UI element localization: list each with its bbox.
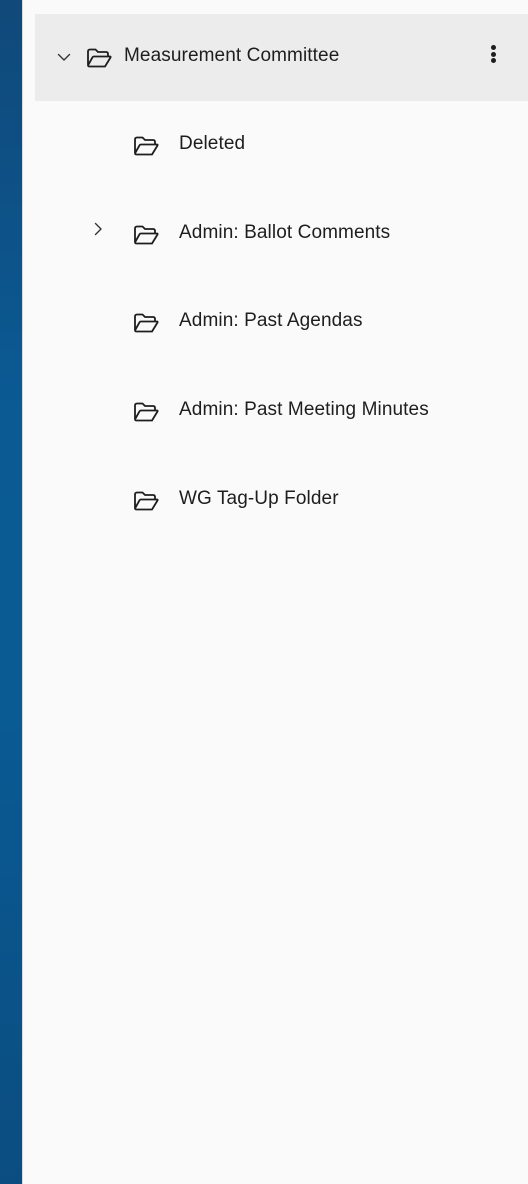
folder-tree-panel: Measurement Committee Deleted Admin: Bal…: [22, 0, 528, 1184]
folder-open-icon: [133, 401, 159, 423]
tree-item-deleted[interactable]: Deleted: [35, 101, 528, 189]
folder-open-icon: [86, 47, 112, 69]
tree-item-measurement-committee[interactable]: Measurement Committee: [35, 14, 528, 101]
more-vertical-icon[interactable]: [487, 42, 499, 66]
folder-open-icon: [133, 490, 159, 512]
tree-item-label: Measurement Committee: [124, 45, 340, 66]
folder-open-icon: [133, 312, 159, 334]
chevron-right-icon[interactable]: [90, 221, 106, 237]
tree-item-wg-tag-up-folder[interactable]: WG Tag-Up Folder: [35, 453, 528, 541]
folder-open-icon: [133, 135, 159, 157]
tree-item-label: Deleted: [179, 133, 246, 154]
tree-item-admin-past-agendas[interactable]: Admin: Past Agendas: [35, 277, 528, 365]
dot: [490, 58, 496, 63]
folder-tree: Measurement Committee Deleted Admin: Bal…: [35, 14, 528, 541]
dot: [490, 45, 496, 50]
tree-item-admin-ballot-comments[interactable]: Admin: Ballot Comments: [35, 189, 528, 277]
tree-item-label: WG Tag-Up Folder: [179, 488, 339, 509]
folder-open-icon: [133, 224, 159, 246]
dot: [490, 51, 496, 57]
tree-item-admin-past-meeting-minutes[interactable]: Admin: Past Meeting Minutes: [35, 365, 528, 453]
chevron-down-icon[interactable]: [56, 49, 72, 65]
tree-item-label: Admin: Ballot Comments: [179, 222, 391, 243]
tree-item-label: Admin: Past Meeting Minutes: [179, 399, 429, 420]
tree-item-label: Admin: Past Agendas: [179, 310, 363, 331]
